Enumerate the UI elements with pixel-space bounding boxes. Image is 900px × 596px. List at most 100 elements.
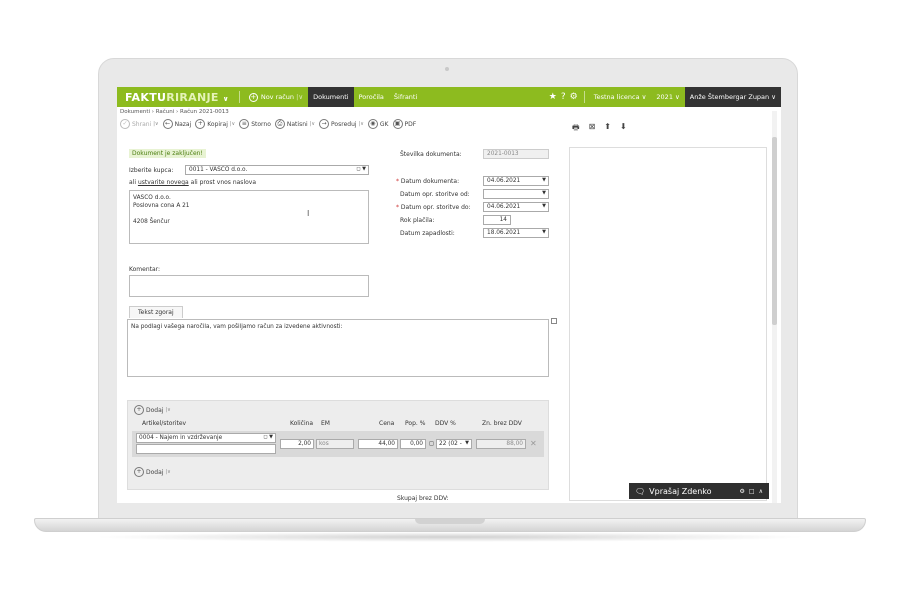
plus-icon: + (134, 467, 144, 477)
sum-without-vat-label: Skupaj brez DDV: (397, 495, 449, 502)
doc-number-label: Številka dokumenta: (400, 151, 462, 158)
arrow-up-icon[interactable]: ⬆ (604, 122, 611, 136)
camera (445, 67, 449, 71)
due-days-field[interactable]: 14 (483, 215, 511, 225)
tab-dokumenti[interactable]: Dokumenti (308, 87, 354, 107)
doc-date-label: * Datum dokumenta: (396, 178, 460, 185)
scrollbar[interactable] (772, 111, 777, 503)
tab-text-above[interactable]: Tekst zgoraj (129, 306, 183, 318)
add-item-button-bottom[interactable]: + Dodaj |∨ (134, 467, 171, 477)
user-menu[interactable]: Anže Štembergar Zupan ∨ (684, 87, 781, 107)
col-unit: EM (321, 420, 330, 427)
back-button[interactable]: ← Nazaj (162, 119, 191, 129)
buyer-alt-text: ali ustvarite novega ali prost vnos nasl… (129, 179, 257, 186)
breadcrumb: Dokumenti › Računi › Račun 2021-0013 (120, 109, 229, 115)
chat-icon: 🗨 (635, 486, 646, 496)
top-navigation-bar: FAKTURIRANJE ∨ + Nov račun |∨ Dokumenti P… (117, 87, 781, 107)
star-icon[interactable]: ★ (547, 92, 559, 102)
brand-logo[interactable]: FAKTURIRANJE ∨ (117, 91, 235, 104)
save-button[interactable]: ✓ Shrani |∨ (120, 119, 159, 129)
due-label: Rok plačila: (400, 217, 435, 224)
laptop-frame: FAKTURIRANJE ∨ + Nov račun |∨ Dokumenti P… (98, 58, 798, 520)
vat-select[interactable]: 22 (02 - ▼ (436, 439, 472, 449)
preview-toolbar: 🖶 ⊠ ⬆ ⬇ (572, 122, 627, 136)
printer-icon: ⎙ (274, 119, 285, 129)
checkbox[interactable] (551, 318, 557, 324)
svc-from-label: Datum opr. storitve od: (400, 191, 470, 198)
chevron-down-icon: ▼ (542, 229, 546, 235)
pdf-button[interactable]: ▣ PDF (392, 119, 416, 129)
forward-button[interactable]: → Posreduj |∨ (319, 119, 364, 129)
text-above-textarea[interactable]: Na podlagi vašega naročila, vam pošiljam… (127, 319, 549, 377)
chevron-down-icon: ▼ (542, 190, 546, 196)
cancel-button[interactable]: ≡ Storno (239, 119, 271, 129)
plus-icon: + (248, 92, 258, 102)
net-amount-field: 88,00 (476, 439, 526, 449)
arrow-left-icon: ← (162, 119, 173, 129)
app-screen: FAKTURIRANJE ∨ + Nov račun |∨ Dokumenti P… (117, 87, 781, 503)
qty-field[interactable]: 2,00 (280, 439, 314, 449)
arrow-right-icon: → (319, 119, 330, 129)
due-date-label: Datum zapadlosti: (400, 230, 455, 237)
chevron-down-icon: ◻ ▼ (263, 434, 273, 440)
items-section: + Dodaj |∨ Artikel/storitev Količina EM Ce… (127, 400, 549, 490)
storno-icon: ≡ (239, 119, 250, 129)
comment-label: Komentar: (129, 266, 161, 273)
plus-icon: + (195, 119, 206, 129)
add-item-button[interactable]: + Dodaj |∨ (134, 405, 171, 415)
chat-widget[interactable]: 🗨 Vprašaj Zdenko ⚙ □ ∧ (629, 483, 769, 499)
comment-textarea[interactable] (129, 275, 369, 297)
col-price: Cena (379, 420, 395, 427)
license-dropdown[interactable]: Testna licenca ∨ (589, 87, 652, 107)
gk-button[interactable]: ◉ GK (367, 119, 389, 129)
chevron-down-icon: ◻ ▼ (356, 166, 366, 172)
document-toolbar: ✓ Shrani |∨ ← Nazaj + Kopiraj |∨ ≡ Storno ⎙ Nat… (120, 119, 416, 129)
text-cursor-icon: I (307, 209, 310, 218)
due-date-field[interactable]: 18.06.2021 ▼ (483, 228, 549, 238)
chevron-down-icon: ▼ (542, 177, 546, 183)
plus-icon: + (134, 405, 144, 415)
col-net: Zn. brez DDV (482, 420, 522, 427)
laptop-base (34, 518, 866, 532)
svc-to-field[interactable]: 04.06.2021 ▼ (483, 202, 549, 212)
article-select[interactable]: 0004 - Najem in vzdrževanje ◻ ▼ (136, 433, 276, 443)
vat-checkbox[interactable]: ◻ (429, 440, 434, 447)
pdf-icon: ▣ (392, 119, 403, 129)
gk-icon: ◉ (367, 119, 378, 129)
discount-field[interactable]: 0,00 (400, 439, 426, 449)
col-discount: Pop. % (405, 420, 426, 427)
delete-row-icon[interactable]: ✕ (530, 439, 537, 448)
col-qty: Količina (290, 420, 314, 427)
tab-porocila[interactable]: Poročila (354, 87, 389, 107)
price-field[interactable]: 44,00 (358, 439, 398, 449)
doc-number-field: 2021-0013 (483, 149, 549, 159)
article-description[interactable] (136, 444, 276, 454)
unit-field[interactable]: kos (316, 439, 354, 449)
printer-icon[interactable]: 🖶 (572, 122, 580, 136)
svc-to-label: * Datum opr. storitve do: (396, 204, 471, 211)
doc-date-field[interactable]: 04.06.2021 ▼ (483, 176, 549, 186)
svc-from-field[interactable]: ▼ (483, 189, 549, 199)
table-row: 0004 - Najem in vzdrževanje ◻ ▼ 2,00 kos … (132, 431, 544, 457)
year-dropdown[interactable]: 2021 ∨ (651, 87, 684, 107)
close-preview-icon[interactable]: ⊠ (589, 122, 596, 136)
tab-sifranti[interactable]: Šifranti (389, 87, 422, 107)
gear-icon[interactable]: ⚙ (740, 488, 745, 495)
gear-icon[interactable]: ⚙ (568, 92, 580, 102)
create-new-link[interactable]: ustvarite novega (138, 179, 189, 186)
chevron-up-icon[interactable]: ∧ (759, 488, 763, 495)
print-button[interactable]: ⎙ Natisni |∨ (274, 119, 315, 129)
help-icon[interactable]: ? (559, 92, 568, 102)
new-invoice-button[interactable]: + Nov račun |∨ (244, 87, 308, 107)
arrow-down-icon[interactable]: ⬇ (620, 122, 627, 136)
maximize-icon[interactable]: □ (749, 488, 755, 495)
buyer-select[interactable]: 0011 - VASCO d.o.o. ◻ ▼ (185, 165, 369, 175)
document-preview-pane (569, 147, 767, 501)
address-textarea[interactable]: VASCO d.o.o. Poslovna cona A 21 4208 Šen… (129, 190, 369, 244)
copy-button[interactable]: + Kopiraj |∨ (195, 119, 235, 129)
buyer-label: Izberite kupca: (129, 167, 174, 174)
locked-notice: Dokument je zaključen! (129, 149, 206, 158)
check-icon: ✓ (120, 119, 130, 129)
col-vat: DDV % (435, 420, 456, 427)
chevron-down-icon: ▼ (542, 203, 546, 209)
